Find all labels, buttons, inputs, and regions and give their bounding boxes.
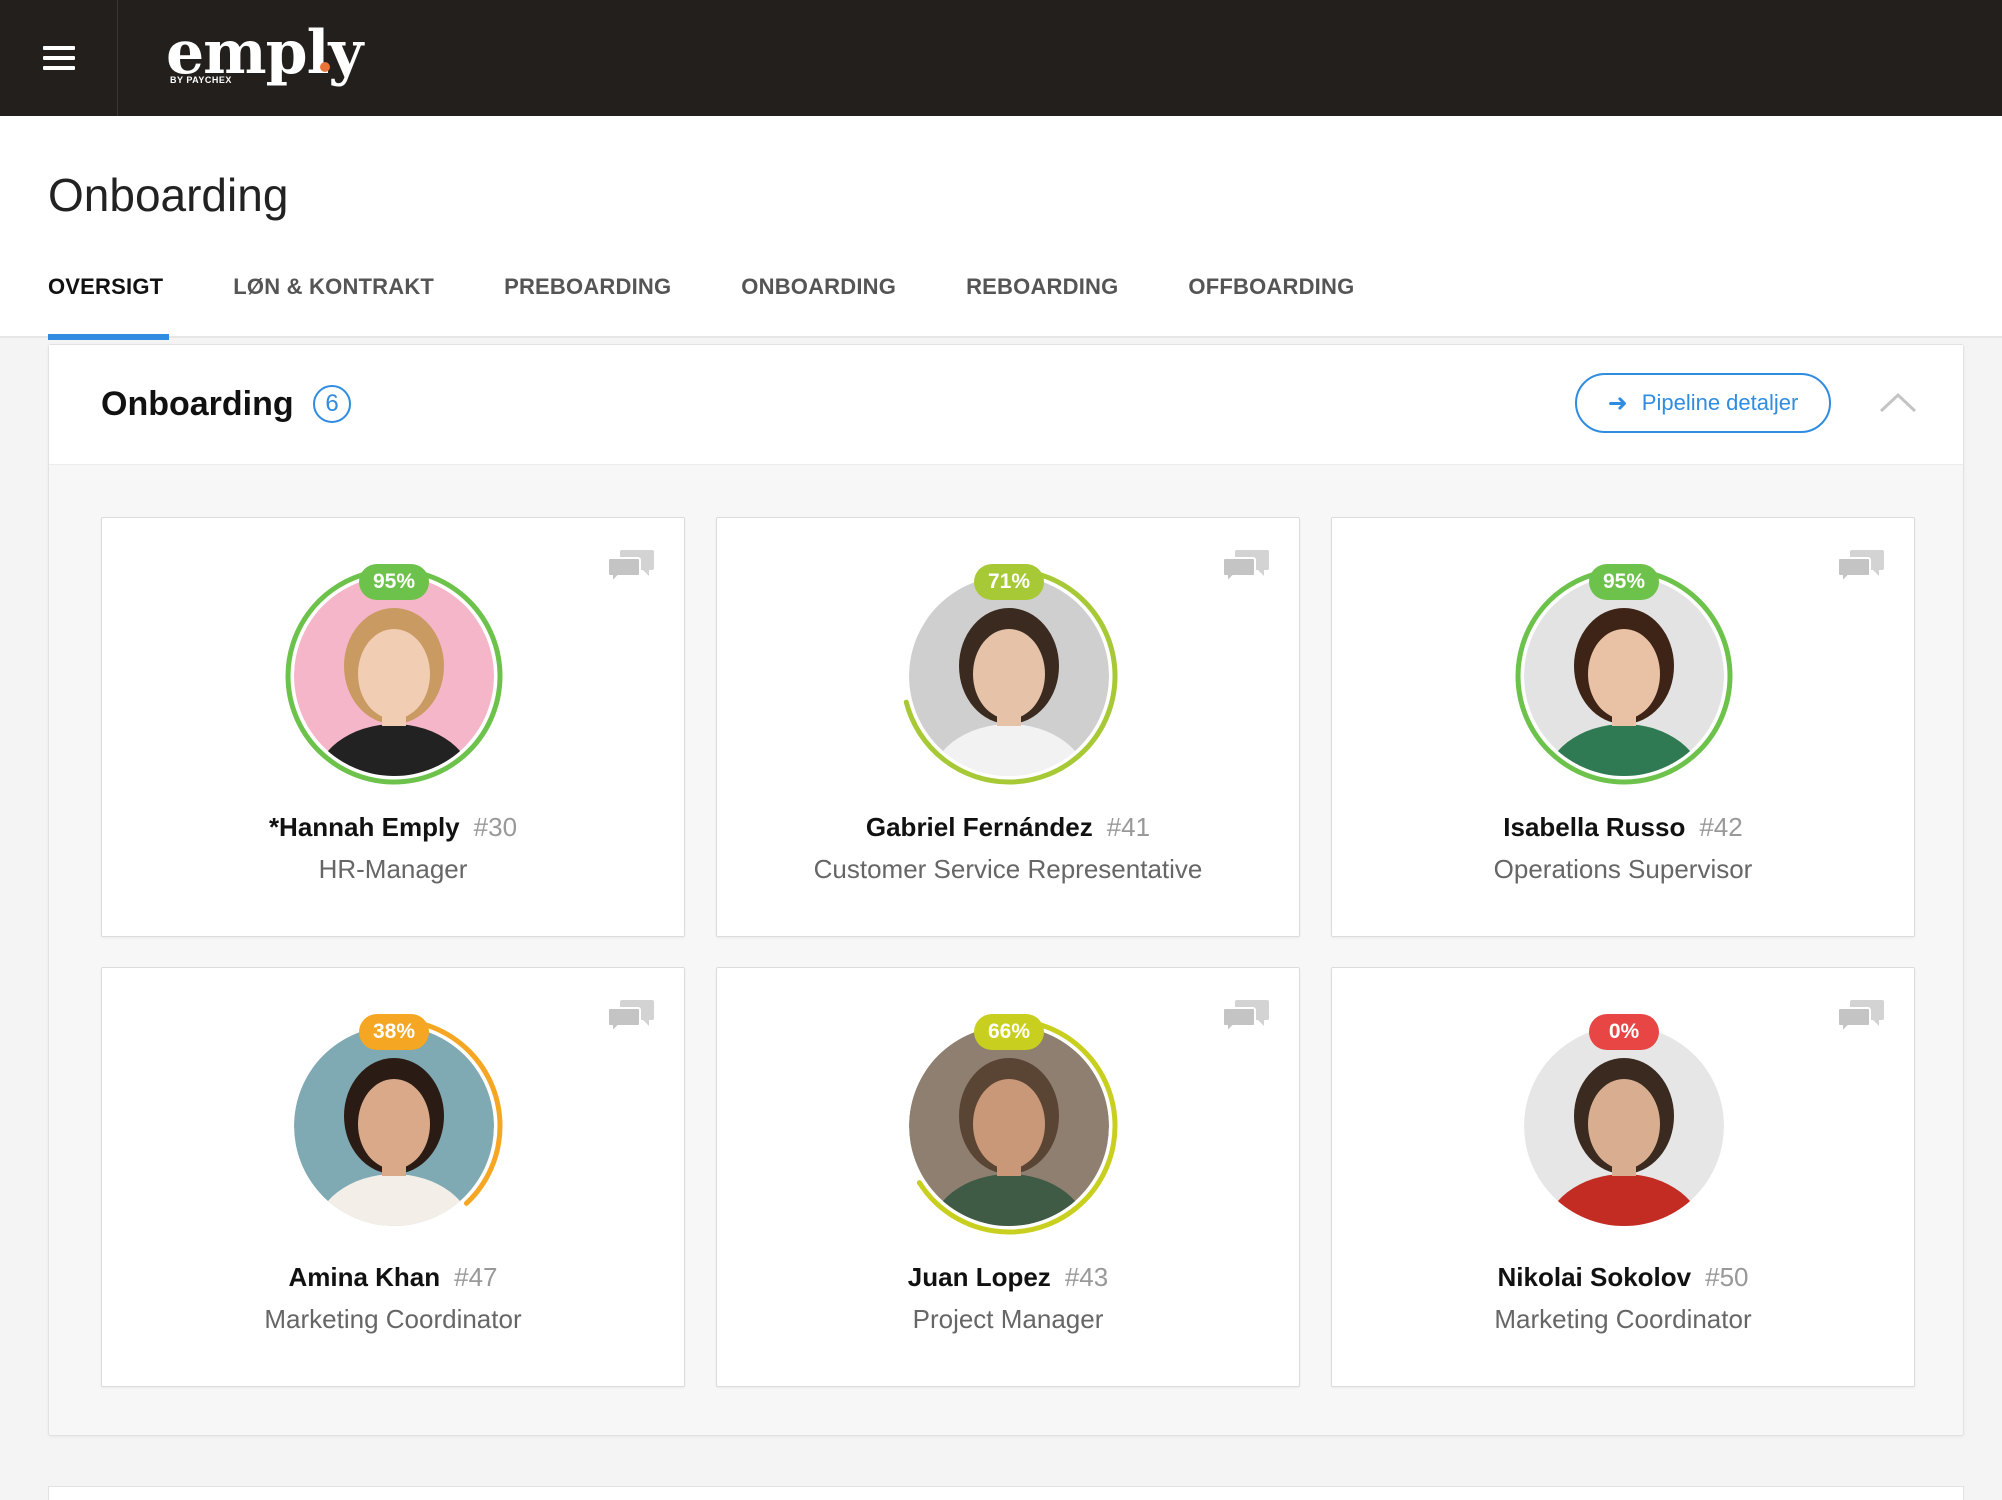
panel-title: Onboarding [101, 385, 294, 423]
panel-header: Onboarding 6 ➜ Pipeline detaljer [49, 345, 1963, 465]
employee-role: Marketing Coordinator [264, 1304, 522, 1334]
employee-name-line: Juan Lopez #43 [717, 1262, 1299, 1293]
tab-preboarding[interactable]: PREBOARDING [504, 264, 671, 338]
employee-name-line: Nikolai Sokolov #50 [1332, 1262, 1914, 1293]
arrow-right-icon: ➜ [1607, 389, 1628, 417]
employee-name-line: Isabella Russo #42 [1332, 812, 1914, 843]
tab-bar: OVERSIGT LØN & KONTRAKT PREBOARDING ONBO… [48, 264, 1424, 340]
employee-card[interactable]: 71% Gabriel Fernández #41 Customer Servic… [716, 517, 1300, 937]
employee-name-line: *Hannah Emply #30 [102, 812, 684, 843]
page-header: Onboarding OVERSIGT LØN & KONTRAKT PREBO… [0, 116, 2002, 340]
employee-card[interactable]: 38% Amina Khan #47 Marketing Coordinator [101, 967, 685, 1387]
chevron-up-icon[interactable] [1875, 385, 1921, 421]
progress-badge: 71% [974, 564, 1044, 600]
employee-number: #30 [473, 812, 518, 842]
chat-icon[interactable] [1221, 546, 1271, 586]
progress-badge: 95% [1589, 564, 1659, 600]
chat-icon[interactable] [606, 996, 656, 1036]
top-bar: emply BY PAYCHEX [0, 0, 2002, 116]
tab-oversigt[interactable]: OVERSIGT [48, 264, 170, 340]
avatar: 0% [1514, 1014, 1734, 1236]
employee-name: Gabriel Fernández [865, 812, 1093, 842]
employee-name: Amina Khan [288, 1262, 441, 1292]
next-panel-edge [48, 1486, 1964, 1500]
employee-role: Project Manager [912, 1304, 1104, 1334]
employee-role: Operations Supervisor [1493, 854, 1753, 884]
avatar-face [1588, 629, 1660, 719]
employee-number: #41 [1106, 812, 1151, 842]
count-badge: 6 [313, 385, 351, 423]
pipeline-details-label: Pipeline detaljer [1641, 390, 1799, 415]
avatar-face [1588, 1079, 1660, 1169]
pipeline-details-button[interactable]: ➜ Pipeline detaljer [1575, 373, 1831, 433]
avatar: 66% [899, 1014, 1119, 1236]
employee-role: HR-Manager [318, 854, 468, 884]
employee-number: #50 [1705, 1262, 1749, 1292]
hamburger-menu-button[interactable] [0, 0, 118, 116]
employee-card[interactable]: 95% Isabella Russo #42 Operations Supervi… [1331, 517, 1915, 937]
onboarding-panel: Onboarding 6 ➜ Pipeline detaljer 95% *Ha… [48, 344, 1964, 1436]
logo-subtitle: BY PAYCHEX [170, 75, 232, 85]
tab-lon-kontrakt[interactable]: LØN & KONTRAKT [233, 264, 434, 338]
chat-icon[interactable] [1836, 546, 1886, 586]
employee-number: #42 [1699, 812, 1743, 842]
progress-badge: 95% [359, 564, 429, 600]
avatar-face [973, 1079, 1045, 1169]
employee-role: Marketing Coordinator [1494, 1304, 1752, 1334]
avatar-face [973, 629, 1045, 719]
employee-role: Customer Service Representative [813, 854, 1203, 884]
avatar: 71% [899, 564, 1119, 786]
tab-reboarding[interactable]: REBOARDING [966, 264, 1118, 338]
chat-icon[interactable] [1836, 996, 1886, 1036]
employee-card[interactable]: 95% *Hannah Emply #30 HR-Manager [101, 517, 685, 937]
tab-offboarding[interactable]: OFFBOARDING [1188, 264, 1354, 338]
employee-name: Isabella Russo [1503, 812, 1686, 842]
employee-name: *Hannah Emply [268, 812, 460, 842]
employee-card[interactable]: 66% Juan Lopez #43 Project Manager [716, 967, 1300, 1387]
avatar: 95% [284, 564, 504, 786]
chat-icon[interactable] [606, 546, 656, 586]
tab-onboarding[interactable]: ONBOARDING [741, 264, 896, 338]
progress-badge: 38% [359, 1014, 429, 1050]
emply-logo[interactable]: emply BY PAYCHEX [166, 0, 366, 116]
avatar-face [358, 629, 430, 719]
employee-card[interactable]: 0% Nikolai Sokolov #50 Marketing Coordina… [1331, 967, 1915, 1387]
avatar-face [358, 1079, 430, 1169]
avatar: 38% [284, 1014, 504, 1236]
employee-name: Juan Lopez [907, 1262, 1051, 1292]
employee-name-line: Gabriel Fernández #41 [717, 812, 1299, 843]
avatar: 95% [1514, 564, 1734, 786]
employee-name-line: Amina Khan #47 [102, 1262, 684, 1293]
employee-number: #43 [1064, 1262, 1109, 1292]
employee-number: #47 [454, 1262, 498, 1292]
progress-badge: 66% [974, 1014, 1044, 1050]
employee-name: Nikolai Sokolov [1497, 1262, 1692, 1292]
progress-badge: 0% [1589, 1014, 1659, 1050]
hamburger-icon [42, 46, 75, 70]
logo-dot [320, 62, 330, 72]
page-title: Onboarding [48, 169, 289, 221]
chat-icon[interactable] [1221, 996, 1271, 1036]
